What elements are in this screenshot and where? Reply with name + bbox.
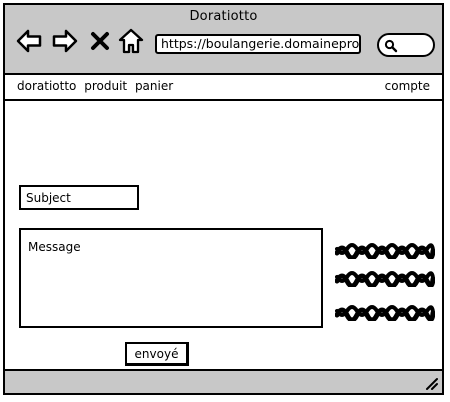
menu-item-produit[interactable]: produit (84, 79, 127, 93)
menu-bar: doratiotto produit panier compte (5, 75, 442, 101)
address-bar[interactable]: https://boulangerie.domaineproj (155, 34, 361, 54)
scribble-text-line (335, 305, 435, 321)
message-textarea[interactable] (19, 228, 323, 328)
arrow-right-icon[interactable] (51, 27, 79, 55)
subject-input[interactable] (19, 185, 139, 210)
menu-item-doratiotto[interactable]: doratiotto (17, 79, 76, 93)
status-bar (5, 369, 442, 393)
arrow-left-icon[interactable] (15, 27, 43, 55)
window-title: Doratiotto (189, 9, 258, 24)
menu-item-compte[interactable]: compte (385, 75, 430, 97)
resize-grip-icon[interactable] (424, 376, 438, 390)
title-bar: Doratiotto https://boulangerie.domainepr… (5, 5, 442, 75)
menu-links: doratiotto produit panier (17, 75, 177, 97)
send-button[interactable]: envoyé (125, 342, 189, 366)
menu-item-panier[interactable]: panier (135, 79, 173, 93)
scribble-text-line (335, 271, 435, 287)
close-icon[interactable] (89, 27, 111, 55)
home-icon[interactable] (117, 27, 145, 55)
search-icon (384, 39, 398, 53)
browser-window: Doratiotto https://boulangerie.domainepr… (3, 3, 444, 395)
search-box[interactable] (377, 33, 435, 57)
scribble-text-line (335, 243, 435, 259)
